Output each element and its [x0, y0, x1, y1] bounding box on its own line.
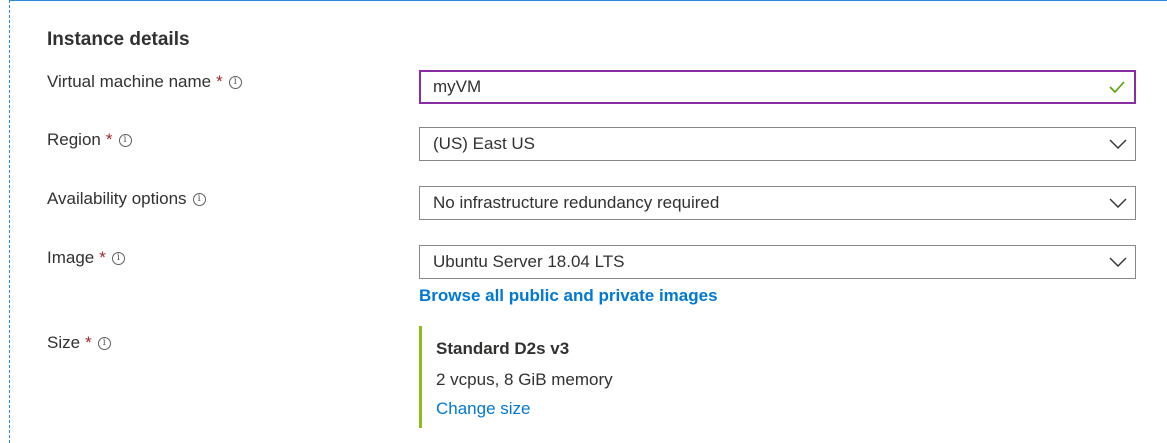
vm-name-label-text: Virtual machine name — [47, 72, 212, 91]
change-size-link[interactable]: Change size — [436, 399, 531, 419]
availability-value: No infrastructure redundancy required — [433, 193, 720, 212]
region-label: Region * i — [47, 130, 132, 150]
chevron-down-icon — [1101, 246, 1135, 278]
vm-name-input[interactable]: myVM — [419, 70, 1136, 104]
image-label-text: Image — [47, 248, 95, 267]
checkmark-icon — [1100, 72, 1134, 102]
browse-images-link[interactable]: Browse all public and private images — [419, 286, 718, 306]
availability-select[interactable]: No infrastructure redundancy required — [419, 186, 1136, 220]
size-name: Standard D2s v3 — [436, 339, 570, 358]
info-icon[interactable]: i — [192, 192, 206, 206]
chevron-down-icon — [1101, 128, 1135, 160]
chevron-down-icon — [1101, 187, 1135, 219]
availability-label-text: Availability options — [47, 189, 187, 208]
required-marker: * — [216, 72, 223, 91]
image-value: Ubuntu Server 18.04 LTS — [433, 252, 625, 271]
vm-name-label: Virtual machine name * i — [47, 72, 242, 92]
image-label: Image * i — [47, 248, 125, 268]
info-icon[interactable]: i — [228, 75, 242, 89]
size-label: Size * i — [47, 333, 111, 353]
region-value: (US) East US — [433, 134, 536, 153]
size-label-text: Size — [47, 333, 81, 352]
info-icon[interactable]: i — [118, 133, 132, 147]
info-icon[interactable]: i — [111, 251, 125, 265]
required-marker: * — [99, 248, 106, 267]
required-marker: * — [85, 333, 92, 352]
size-spec: 2 vcpus, 8 GiB memory — [436, 370, 613, 389]
region-label-text: Region — [47, 130, 101, 149]
section-title: Instance details — [47, 29, 190, 50]
size-card: Standard D2s v3 2 vcpus, 8 GiB memory Ch… — [419, 326, 819, 428]
availability-label: Availability options i — [47, 189, 206, 209]
image-select[interactable]: Ubuntu Server 18.04 LTS — [419, 245, 1136, 279]
region-select[interactable]: (US) East US — [419, 127, 1136, 161]
info-icon[interactable]: i — [97, 336, 111, 350]
vm-name-value: myVM — [433, 77, 482, 96]
required-marker: * — [105, 130, 113, 149]
